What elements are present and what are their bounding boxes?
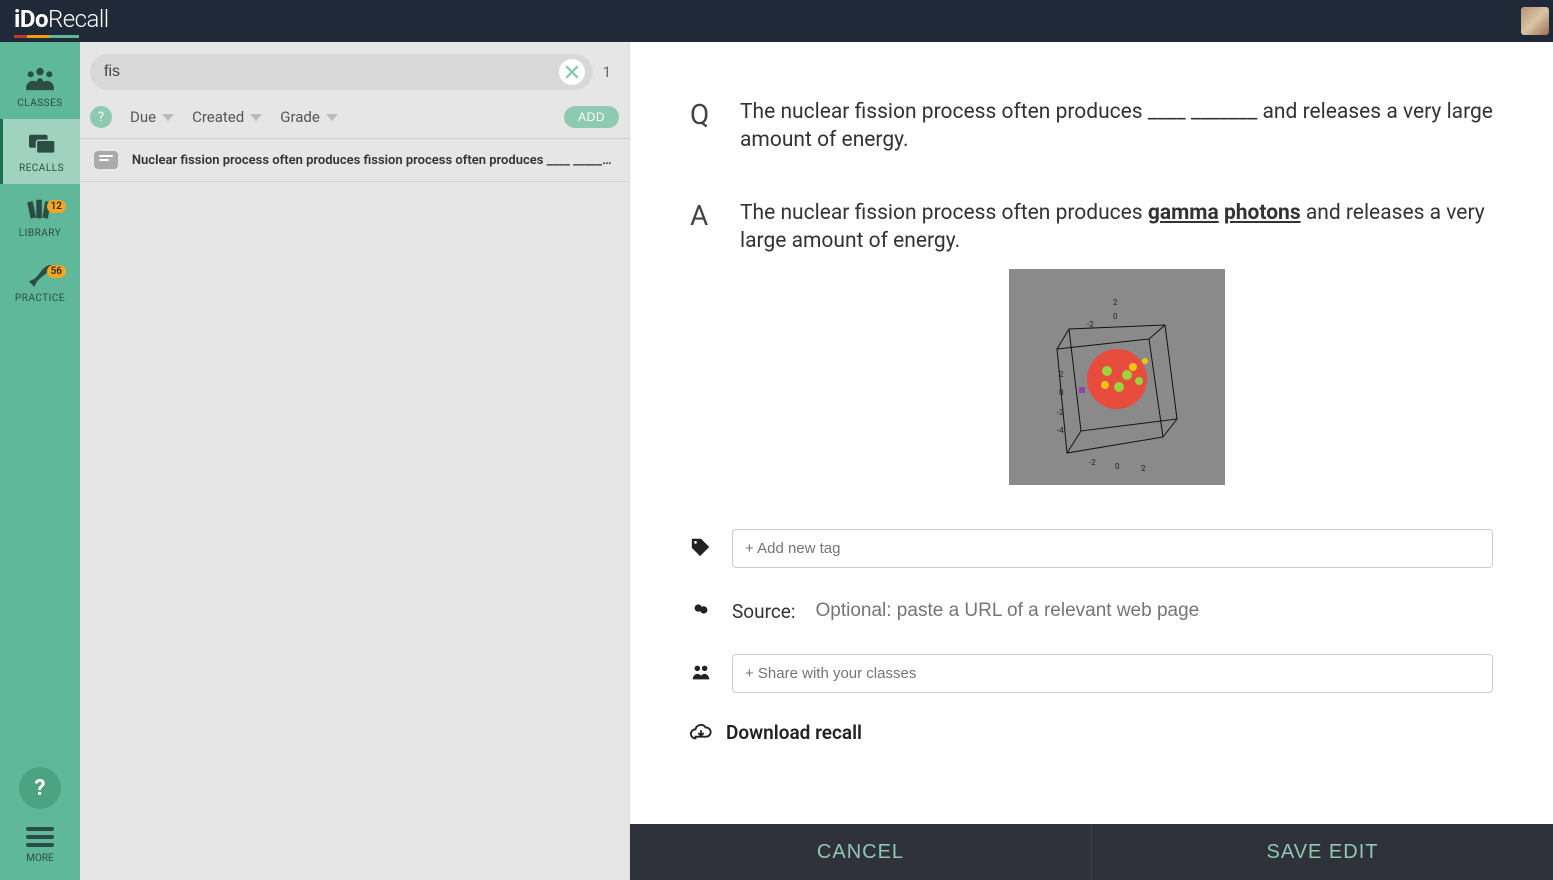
recall-list: Nuclear fission process often produces f… [80,139,629,880]
recall-list-panel: 1 ? Due Created Grade ADD Nuclear fissio… [80,42,630,880]
sidebar-item-classes[interactable]: CLASSES [0,54,80,119]
answer-block: A The nuclear fission process often prod… [690,199,1493,486]
result-count: 1 [603,63,619,81]
answer-image: 2 0 -2 2 0 -2 -4 -2 0 2 [1009,269,1225,485]
svg-text:-2: -2 [1087,320,1094,329]
cloud-download-icon [690,722,712,744]
sidebar-item-practice[interactable]: 56 PRACTICE [0,249,80,314]
svg-text:2: 2 [1113,298,1118,307]
sidebar-item-label: PRACTICE [15,293,65,304]
share-input[interactable] [732,654,1493,693]
filter-label: Due [130,108,156,126]
recall-editor: Q The nuclear fission process often prod… [630,42,1553,880]
download-recall[interactable]: Download recall [690,721,1493,744]
clear-search-button[interactable] [559,59,585,85]
app-logo[interactable]: iDoRecall [14,5,109,38]
answer-keyword-1: gamma [1148,201,1219,225]
list-item[interactable]: Nuclear fission process often produces f… [80,139,629,182]
svg-text:0: 0 [1115,462,1120,471]
practice-badge: 56 [47,265,66,278]
editor-footer: CANCEL SAVE EDIT [630,824,1553,880]
filter-created[interactable]: Created [192,108,262,126]
search-row: 1 [80,42,629,100]
source-input[interactable] [815,600,1493,622]
sidebar-item-label: LIBRARY [19,228,61,239]
sidebar-item-label: RECALLS [19,163,64,174]
source-row: Source: [690,598,1493,624]
avatar[interactable] [1521,7,1549,35]
sidebar-item-library[interactable]: 12 LIBRARY [0,184,80,249]
chevron-down-icon [326,114,338,121]
a-label: A [690,199,714,486]
filter-grade[interactable]: Grade [280,108,338,126]
tag-icon [690,536,712,562]
list-item-text: Nuclear fission process often produces f… [132,153,615,168]
tags-row [690,529,1493,568]
help-button[interactable]: ? [19,767,61,809]
sidebar-item-recalls[interactable]: RECALLS [0,119,80,184]
q-label: Q [690,98,714,155]
link-icon [690,598,712,624]
sidebar-item-label: CLASSES [17,98,63,109]
search-box[interactable] [90,54,593,90]
chevron-down-icon [250,114,262,121]
share-row [690,654,1493,693]
download-label: Download recall [726,721,862,744]
svg-text:-2: -2 [1089,458,1096,467]
library-badge: 12 [47,200,66,213]
svg-text:-2: -2 [1057,408,1064,417]
svg-text:0: 0 [1113,312,1118,321]
svg-text:2: 2 [1141,464,1146,473]
share-classes-icon [690,661,712,687]
logo-underline [14,35,79,38]
filter-label: Grade [280,108,320,126]
sidebar-more-label: MORE [26,853,53,864]
answer-text[interactable]: The nuclear fission process often produc… [740,199,1493,486]
tags-input[interactable] [732,529,1493,568]
save-edit-button[interactable]: SAVE EDIT [1091,824,1553,880]
svg-text:-4: -4 [1057,426,1064,435]
cards-icon [25,131,59,157]
svg-text:0: 0 [1059,388,1064,397]
classes-icon [23,66,57,92]
svg-text:2: 2 [1059,370,1064,379]
chevron-down-icon [162,114,174,121]
add-recall-button[interactable]: ADD [564,106,619,128]
question-text[interactable]: The nuclear fission process often produc… [740,98,1493,155]
answer-keyword-2: photons [1224,201,1301,225]
sidebar-more[interactable]: MORE [26,827,54,880]
topbar: iDoRecall [0,0,1553,42]
logo-text-1: iDo [14,5,48,33]
filter-label: Created [192,108,244,126]
sidebar: CLASSES RECALLS 12 LIBRARY 56 PRACTICE ?… [0,42,80,880]
filter-help-icon[interactable]: ? [90,106,112,128]
hamburger-icon [26,827,54,847]
source-label: Source: [732,600,795,623]
filter-row: ? Due Created Grade ADD [80,100,629,139]
text-card-icon [94,151,118,169]
logo-text-2: Recall [48,5,109,33]
search-input[interactable] [104,63,559,81]
question-block: Q The nuclear fission process often prod… [690,98,1493,155]
answer-pre: The nuclear fission process often produc… [740,201,1148,225]
close-icon [565,65,579,79]
cancel-button[interactable]: CANCEL [630,824,1091,880]
filter-due[interactable]: Due [130,108,174,126]
